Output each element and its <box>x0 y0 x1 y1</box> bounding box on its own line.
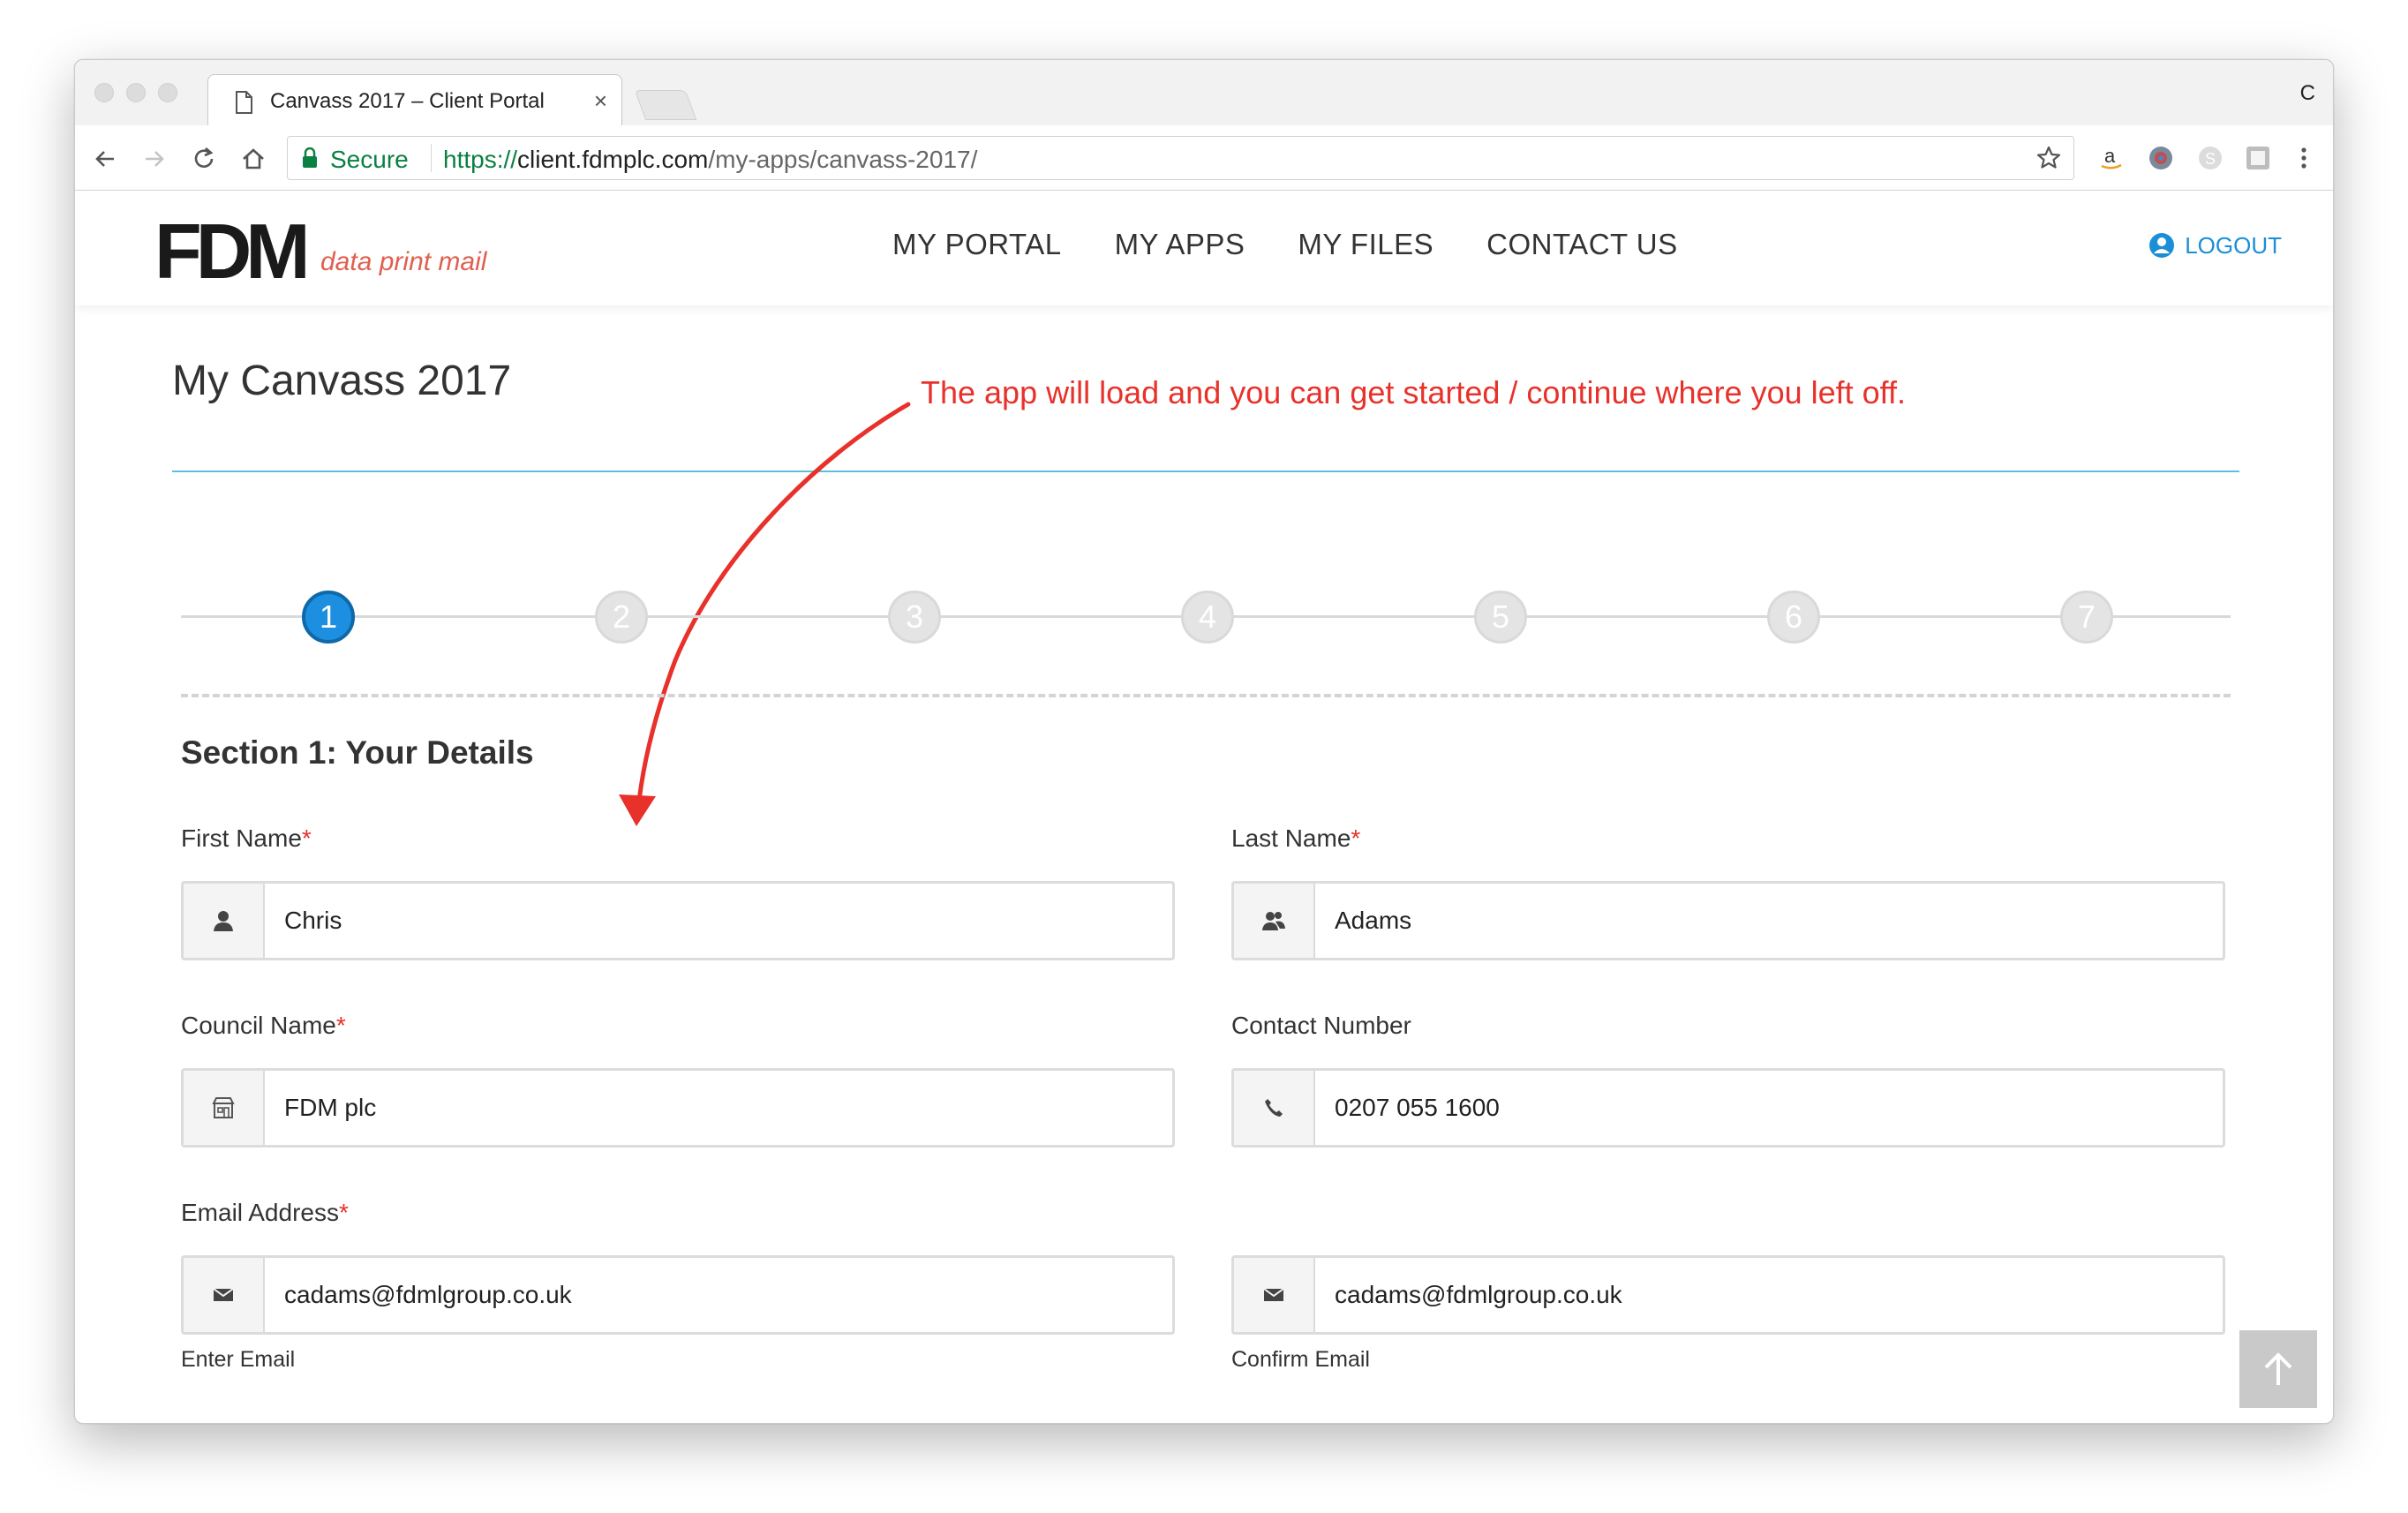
email-address-label-text: Email Address <box>181 1199 339 1226</box>
council-name-input[interactable]: FDM plc <box>284 1094 376 1122</box>
last-name-field[interactable]: Adams <box>1231 881 2225 960</box>
confirm-email-helper: Confirm Email <box>1231 1347 1370 1372</box>
contact-number-input[interactable]: 0207 055 1600 <box>1335 1094 1500 1122</box>
council-name-addon <box>184 1071 265 1145</box>
section-title: Section 1: Your Details <box>181 734 534 771</box>
first-name-field[interactable]: Chris <box>181 881 1175 960</box>
stepper-divider <box>181 694 2231 697</box>
building-icon <box>212 1097 235 1118</box>
browser-window: Canvass 2017 – Client Portal × C Secure <box>74 59 2334 1424</box>
last-name-label: Last Name* <box>1231 824 1360 853</box>
contact-number-field[interactable]: 0207 055 1600 <box>1231 1068 2225 1148</box>
last-name-addon <box>1234 884 1315 958</box>
first-name-addon <box>184 884 265 958</box>
scroll-to-top-button[interactable] <box>2239 1330 2317 1408</box>
council-name-field[interactable]: FDM plc <box>181 1068 1175 1148</box>
last-name-input[interactable]: Adams <box>1335 907 1411 935</box>
last-name-label-text: Last Name <box>1231 824 1351 852</box>
required-mark: * <box>338 1199 349 1226</box>
step-4[interactable]: 4 <box>1181 591 1234 644</box>
contact-number-addon <box>1234 1071 1315 1145</box>
first-name-label: First Name* <box>181 824 312 853</box>
council-name-label-text: Council Name <box>181 1012 336 1039</box>
step-1[interactable]: 1 <box>302 591 355 644</box>
confirm-email-input[interactable]: cadams@fdmlgroup.co.uk <box>1335 1281 1622 1309</box>
confirm-email-addon <box>1234 1258 1315 1332</box>
email-input[interactable]: cadams@fdmlgroup.co.uk <box>284 1281 572 1309</box>
phone-icon <box>1265 1099 1283 1117</box>
required-mark: * <box>301 824 312 852</box>
email-address-label: Email Address* <box>181 1199 349 1227</box>
confirm-email-field[interactable]: cadams@fdmlgroup.co.uk <box>1231 1255 2225 1335</box>
contact-number-label: Contact Number <box>1231 1012 1411 1040</box>
step-6[interactable]: 6 <box>1767 591 1820 644</box>
enter-email-helper: Enter Email <box>181 1347 296 1372</box>
arrow-up-icon <box>2264 1352 2292 1385</box>
envelope-icon <box>213 1288 234 1301</box>
user-icon <box>214 911 233 931</box>
email-addon <box>184 1258 265 1332</box>
step-7[interactable]: 7 <box>2060 591 2113 644</box>
step-2[interactable]: 2 <box>595 591 648 644</box>
first-name-input[interactable]: Chris <box>284 907 342 935</box>
email-field[interactable]: cadams@fdmlgroup.co.uk <box>181 1255 1175 1335</box>
council-name-label: Council Name* <box>181 1012 346 1040</box>
first-name-label-text: First Name <box>181 824 302 852</box>
contact-number-label-text: Contact Number <box>1231 1012 1411 1039</box>
required-mark: * <box>1351 824 1361 852</box>
required-mark: * <box>335 1012 346 1039</box>
envelope-icon <box>1263 1288 1284 1301</box>
step-3[interactable]: 3 <box>888 591 941 644</box>
users-icon <box>1262 912 1285 930</box>
step-5[interactable]: 5 <box>1474 591 1527 644</box>
